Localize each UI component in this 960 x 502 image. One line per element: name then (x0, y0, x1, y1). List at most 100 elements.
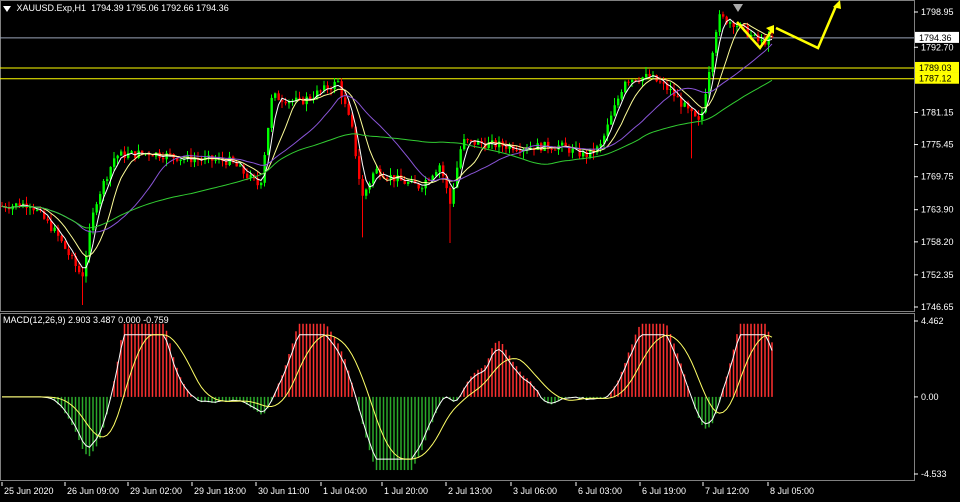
time-tick-label: 29 Jun 18:00 (194, 486, 246, 496)
macd-tick-label: 4.462 (921, 316, 944, 326)
candle-body (452, 187, 455, 204)
candle-body (582, 152, 585, 157)
candle-body (102, 180, 105, 195)
current-price-label: 1794.36 (919, 33, 952, 43)
dropdown-triangle-icon[interactable] (3, 5, 11, 12)
time-tick-label: 1 Jul 04:00 (323, 486, 367, 496)
candle-body (424, 180, 427, 189)
candle-body (277, 93, 280, 101)
time-tick-label: 2 Jul 13:00 (448, 486, 492, 496)
time-tick-label: 3 Jul 06:00 (513, 486, 557, 496)
candle-body (386, 177, 389, 179)
candle-body (53, 227, 56, 231)
candle-body (46, 218, 49, 221)
candle-body (113, 158, 116, 167)
macd-indicator-label: MACD(12,26,9) 2.903 3.487 0.000 -0.759 (3, 315, 169, 325)
price-tick-label: 1781.15 (921, 107, 954, 117)
candle-body (375, 168, 378, 174)
candle-body (729, 22, 732, 24)
candle-body (620, 92, 623, 99)
candle-body (708, 71, 711, 95)
candle-body (697, 116, 700, 120)
candle-body (267, 127, 270, 155)
candle-body (645, 73, 648, 78)
candle-body (246, 173, 249, 178)
candle-body (372, 173, 375, 184)
candle-body (361, 178, 364, 196)
candle-body (718, 14, 721, 33)
candle-body (162, 157, 165, 160)
ohlc-values: 1794.39 1795.06 1792.66 1794.36 (91, 3, 229, 13)
candle-body (550, 148, 553, 150)
candle-body (722, 14, 725, 17)
candle-body (263, 154, 266, 183)
candle-body (123, 151, 126, 158)
candle-body (662, 82, 665, 84)
ma-slow-line (1, 22, 773, 257)
candle-body (407, 182, 410, 184)
candle-body (571, 148, 574, 153)
candle-body (655, 74, 658, 82)
candle-body (214, 159, 217, 161)
candle-body (298, 97, 301, 99)
candle-body (617, 98, 620, 106)
candle-body (515, 150, 518, 152)
candle-body (438, 165, 441, 173)
candle-body (610, 115, 613, 125)
macd-tick-label: -4.533 (921, 469, 947, 479)
candle-body (403, 180, 406, 184)
candle-body (67, 248, 70, 256)
candle-body (694, 111, 697, 117)
candle-body (606, 124, 609, 136)
candle-body (284, 101, 287, 104)
candle-body (435, 172, 438, 176)
candle-body (36, 209, 39, 211)
time-tick-label: 7 Jul 12:00 (705, 486, 749, 496)
candle-body (613, 105, 616, 116)
candle-body (760, 39, 763, 42)
candle-body (116, 155, 119, 159)
price-tick-label: 1798.95 (921, 7, 954, 17)
projection-arrow-long (775, 5, 838, 50)
candle-body (337, 81, 340, 83)
candle-body (498, 141, 501, 148)
candle-body (169, 153, 172, 155)
candle-body (64, 241, 67, 249)
candle-body (669, 88, 672, 90)
candle-body (554, 149, 557, 151)
candle-body (561, 142, 564, 146)
price-chart-canvas[interactable]: 1798.95 1792.70 1781.15 1775.45 1769.75 1763.… (0, 0, 960, 499)
candle-body (330, 89, 333, 91)
candle-body (120, 151, 123, 156)
candle-body (459, 149, 462, 168)
candle-body (60, 235, 63, 242)
price-tick-label: 1763.90 (921, 205, 954, 215)
time-tick-label: 8 Jul 05:00 (770, 486, 814, 496)
level-1-label: 1789.03 (919, 63, 952, 73)
candle-body (78, 265, 81, 273)
candle-body (319, 90, 322, 92)
chart-window[interactable]: 1798.95 1792.70 1781.15 1775.45 1769.75 1763.… (0, 0, 960, 499)
candle-body (648, 73, 651, 77)
candle-body (270, 97, 273, 128)
candle-body (239, 165, 242, 167)
candle-body (309, 96, 312, 99)
chart-title: XAUUSD.Exp,H1 1794.39 1795.06 1792.66 17… (3, 3, 229, 13)
time-tick-label: 6 Jul 19:00 (642, 486, 686, 496)
level-2-label: 1787.12 (919, 74, 952, 84)
candle-body (323, 85, 326, 91)
candle-body (470, 139, 473, 141)
candle-body (95, 204, 98, 213)
candle-body (736, 25, 739, 27)
candle-body (690, 108, 693, 112)
candle-body (130, 151, 133, 154)
ma-long-line (1, 79, 773, 229)
candle-body (106, 179, 109, 181)
candle-body (711, 52, 714, 72)
candle-body (659, 81, 662, 83)
candle-body (358, 156, 361, 179)
candle-body (631, 80, 634, 83)
candle-body (302, 97, 305, 105)
candle-body (442, 165, 445, 177)
candle-body (715, 32, 718, 53)
